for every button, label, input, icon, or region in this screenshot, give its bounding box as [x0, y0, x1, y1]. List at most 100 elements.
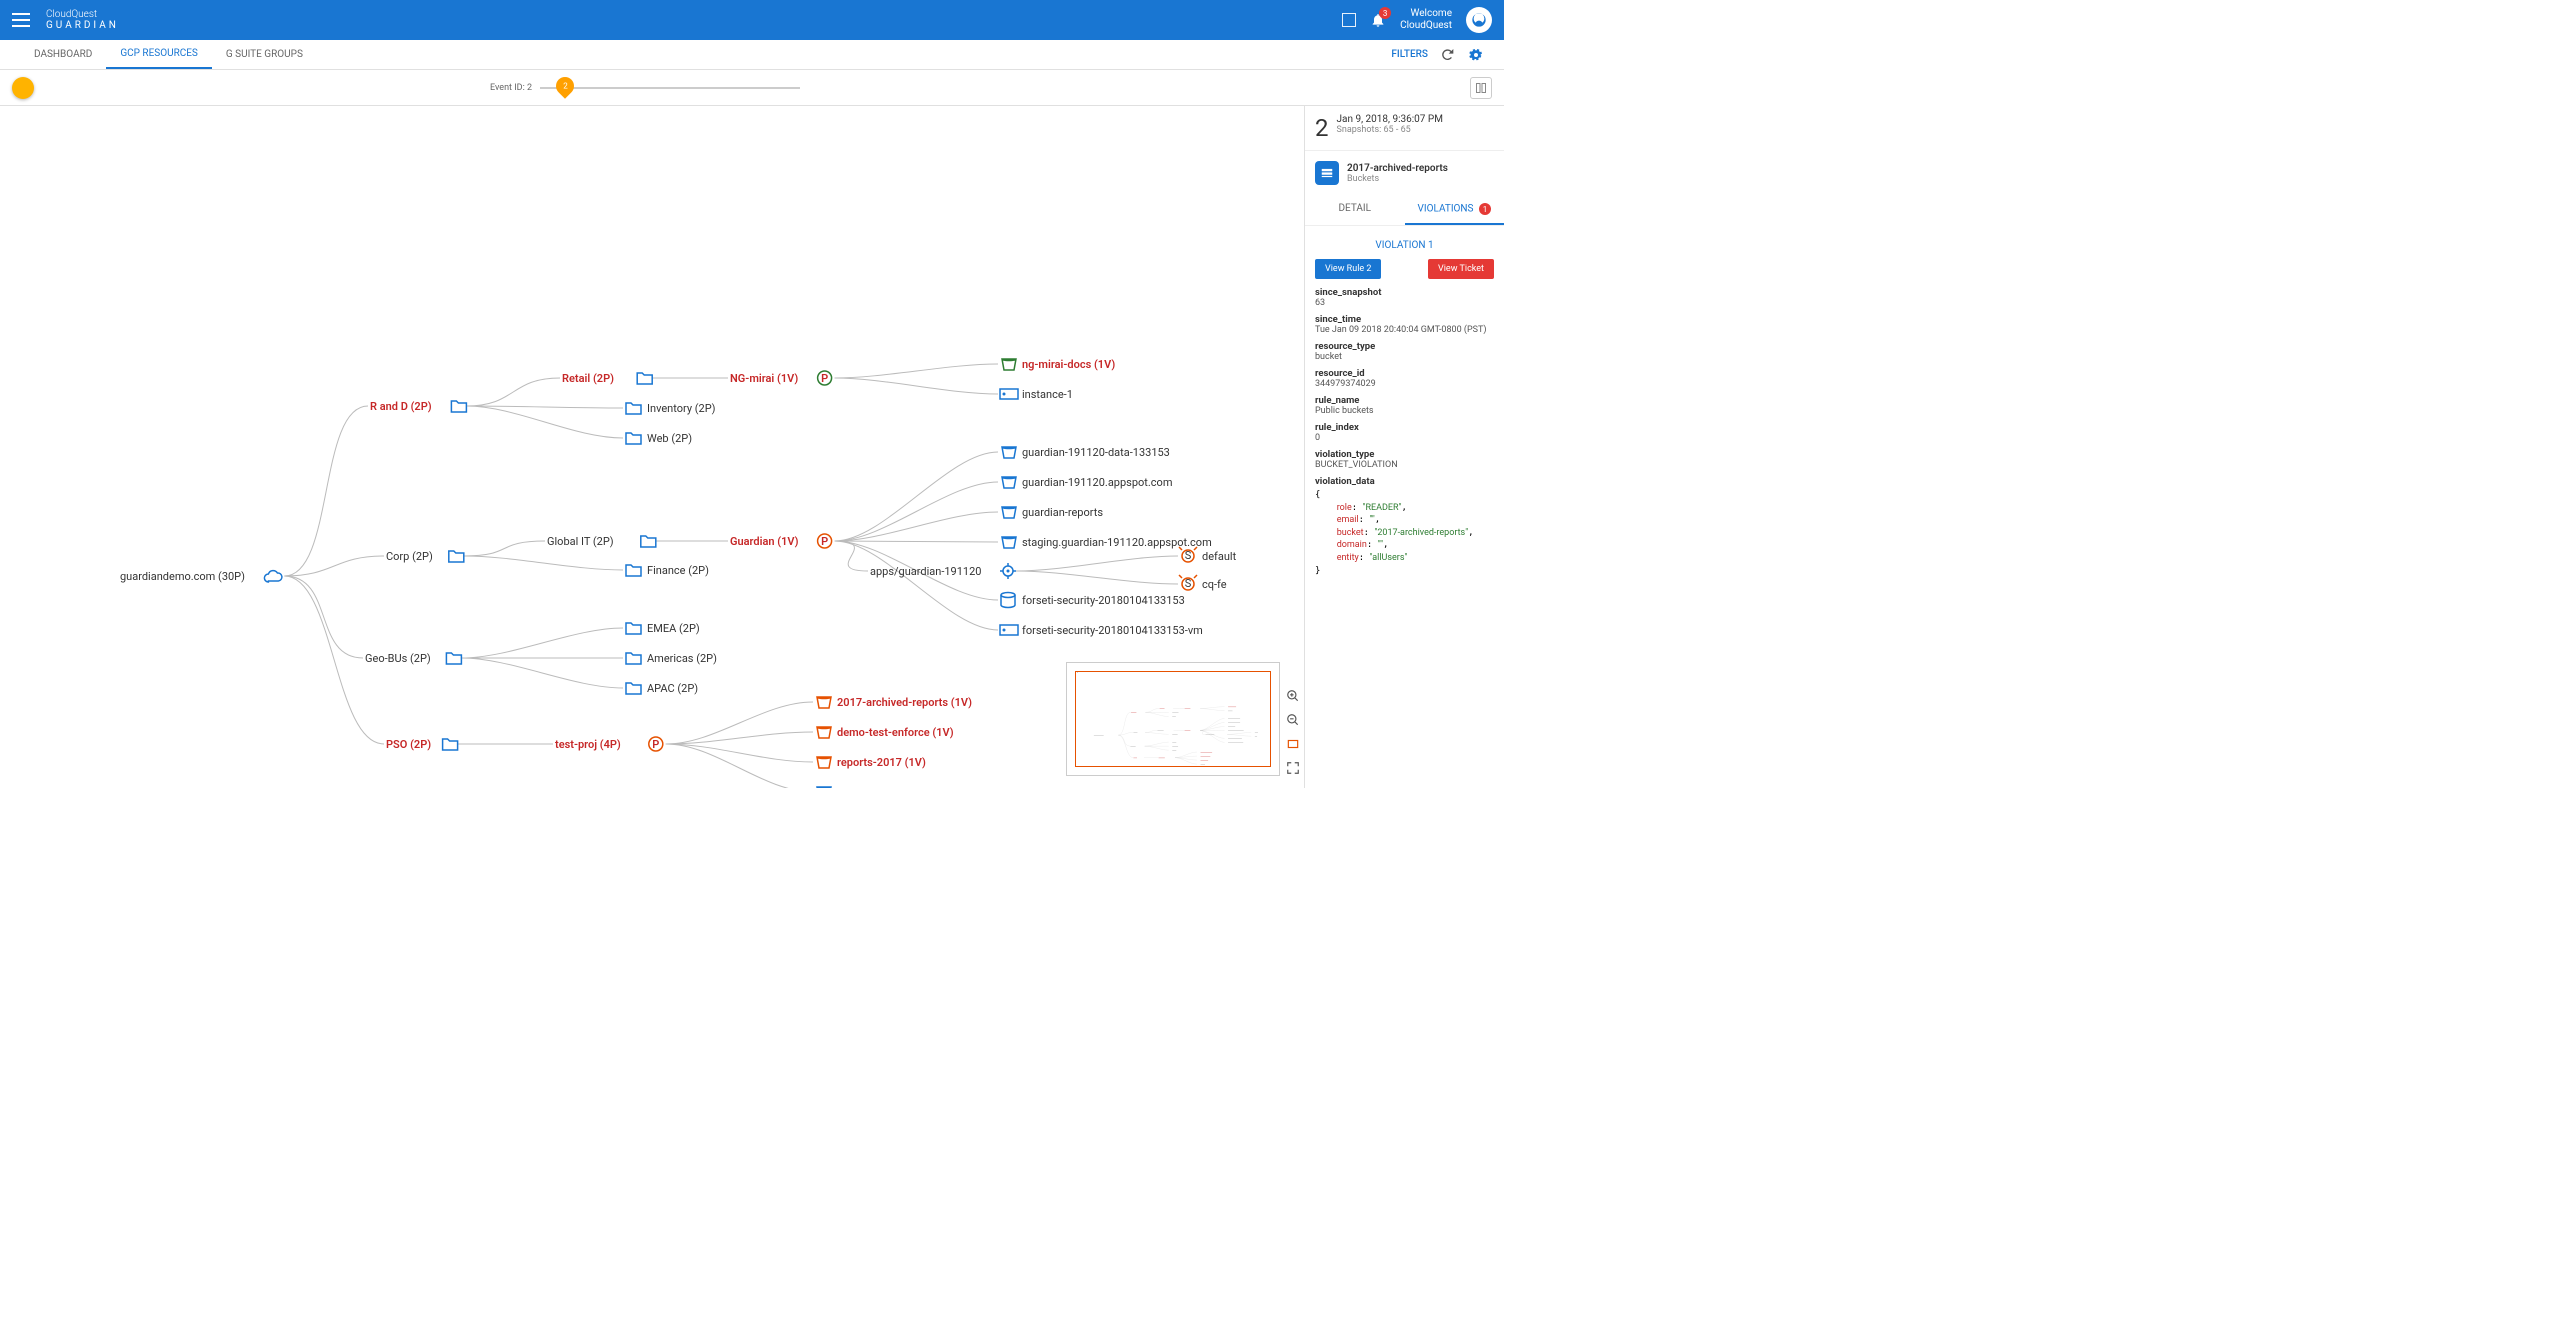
refresh-icon[interactable] [1440, 47, 1456, 63]
nav-tabs: DASHBOARD GCP RESOURCES G SUITE GROUPS F… [0, 40, 1504, 70]
view-ticket-button[interactable]: View Ticket [1428, 259, 1494, 279]
tree-root[interactable]: guardiandemo.com (30P) [120, 570, 282, 583]
expand-icon[interactable] [1285, 760, 1301, 776]
user-avatar[interactable] [1466, 7, 1492, 33]
settings-icon[interactable] [1468, 47, 1484, 63]
notifications-icon[interactable]: 3 [1370, 12, 1386, 28]
svg-text:APAC (2P): APAC (2P) [647, 682, 698, 695]
tree-node[interactable]: Corp (2P) [386, 550, 464, 563]
tree-node[interactable]: R and D (2P) [370, 400, 466, 413]
fit-icon[interactable] [1285, 736, 1301, 752]
filters-button[interactable]: FILTERS [1391, 49, 1428, 60]
tab-gsuite-groups[interactable]: G SUITE GROUPS [212, 40, 317, 69]
svg-text:Global IT (2P): Global IT (2P) [547, 535, 614, 548]
violation-title: VIOLATION 1 [1315, 240, 1494, 251]
resource-tree-canvas[interactable]: guardiandemo.com (30P) R and D (2P) Corp (… [0, 106, 1304, 788]
tree-node[interactable]: forseti-security-20180104133153-vm [1000, 624, 1203, 637]
tree-node[interactable]: cq-reports [817, 786, 888, 788]
tab-detail[interactable]: DETAIL [1305, 195, 1405, 225]
tree-node[interactable]: guardian-191120.appspot.com [1002, 476, 1172, 489]
violation-data-label: violation_data [1315, 476, 1494, 487]
tree-node[interactable]: reports-2017 (1V) [817, 756, 926, 769]
snapshot-number: 2 [1315, 114, 1329, 142]
tree-node[interactable]: Ptest-proj (4P) [555, 737, 663, 751]
violation-body: VIOLATION 1 View Rule 2 View Ticket sinc… [1305, 226, 1504, 591]
notif-badge: 3 [1379, 7, 1391, 19]
tree-node[interactable]: guardian-191120-data-133153 [1002, 446, 1170, 459]
tree-node[interactable]: apps/guardian-191120 [870, 563, 1016, 579]
tree-node[interactable]: Finance (2P) [626, 564, 709, 577]
svg-text:guardian-191120-data-133153: guardian-191120-data-133153 [1022, 446, 1170, 459]
svg-text:guardian-reports: guardian-reports [1022, 506, 1103, 519]
zoom-out-icon[interactable] [1285, 712, 1301, 728]
svg-text:default: default [1202, 550, 1237, 563]
tree-node[interactable]: Scq-fe [1179, 575, 1227, 591]
tab-violations[interactable]: VIOLATIONS 1 [1405, 195, 1505, 225]
event-slider: Event ID: 2 2 [490, 83, 800, 93]
action-fab[interactable] [12, 77, 34, 99]
violations-badge: 1 [1479, 203, 1491, 215]
tree-node[interactable]: ng-mirai-docs (1V) [1002, 358, 1115, 371]
svg-text:Americas (2P): Americas (2P) [647, 652, 717, 665]
tree-node[interactable]: Inventory (2P) [626, 402, 716, 415]
violation-data-json: { role: "READER", email: "", bucket: "20… [1315, 489, 1494, 577]
view-rule-button[interactable]: View Rule 2 [1315, 259, 1381, 279]
svg-text:Web (2P): Web (2P) [647, 432, 692, 445]
svg-text:P: P [821, 535, 828, 548]
svg-text:Retail (2P): Retail (2P) [562, 372, 614, 385]
tree-node[interactable]: staging.guardian-191120.appspot.com [1002, 536, 1212, 549]
svg-text:reports-2017 (1V): reports-2017 (1V) [837, 756, 926, 769]
tree-node[interactable]: Americas (2P) [626, 652, 717, 665]
resource-header: 2017-archived-reports Buckets [1305, 151, 1504, 195]
tree-node[interactable]: Sdefault [1179, 547, 1237, 563]
svg-text:P: P [821, 372, 828, 385]
svg-text:guardian-191120.appspot.com: guardian-191120.appspot.com [1022, 476, 1172, 489]
svg-text:Corp (2P): Corp (2P) [386, 550, 433, 563]
zoom-controls [1285, 688, 1301, 776]
tree-node[interactable]: PGuardian (1V) [730, 534, 832, 548]
svg-text:P: P [652, 738, 659, 751]
tree-node[interactable]: guardian-reports [1002, 506, 1103, 519]
tree-node[interactable]: demo-test-enforce (1V) [817, 726, 954, 739]
tree-node[interactable]: PSO (2P) [386, 738, 458, 751]
svg-text:forseti-security-2018010413315: forseti-security-20180104133153-vm [1022, 624, 1203, 637]
tree-node[interactable]: instance-1 [1000, 388, 1073, 401]
snapshot-header: 2 Jan 9, 2018, 9:36:07 PM Snapshots: 65 … [1305, 106, 1504, 151]
tree-node[interactable]: forseti-security-20180104133153 [1001, 593, 1185, 608]
svg-text:S: S [1185, 577, 1192, 590]
sub-header: Event ID: 2 2 [0, 70, 1504, 106]
tree-node[interactable]: PNG-mirai (1V) [730, 371, 832, 385]
tab-dashboard[interactable]: DASHBOARD [20, 40, 106, 69]
tree-node[interactable]: Global IT (2P) [547, 535, 656, 548]
svg-text:cq-reports: cq-reports [837, 786, 888, 788]
tree-node[interactable]: Web (2P) [626, 432, 692, 445]
svg-text:test-proj (4P): test-proj (4P) [555, 738, 621, 751]
svg-text:demo-test-enforce (1V): demo-test-enforce (1V) [837, 726, 954, 739]
detail-tabs: DETAIL VIOLATIONS 1 [1305, 195, 1504, 226]
svg-text:apps/guardian-191120: apps/guardian-191120 [870, 565, 981, 578]
svg-text:guardiandemo.com (30P): guardiandemo.com (30P) [120, 570, 245, 583]
snapshot-timestamp: Jan 9, 2018, 9:36:07 PM [1337, 114, 1443, 125]
fullscreen-icon[interactable] [1342, 13, 1356, 27]
tree-node[interactable]: 2017-archived-reports (1V) [817, 696, 972, 709]
svg-text:forseti-security-2018010413315: forseti-security-20180104133153 [1022, 594, 1185, 607]
view-toggle-icon[interactable] [1470, 77, 1492, 99]
svg-text:staging.guardian-191120.appspo: staging.guardian-191120.appspot.com [1022, 536, 1212, 549]
tab-gcp-resources[interactable]: GCP RESOURCES [106, 40, 212, 69]
zoom-in-icon[interactable] [1285, 688, 1301, 704]
slider-knob[interactable]: 2 [552, 73, 577, 98]
svg-text:PSO (2P): PSO (2P) [386, 738, 431, 751]
details-sidebar: 2 Jan 9, 2018, 9:36:07 PM Snapshots: 65 … [1304, 106, 1504, 788]
tree-node[interactable]: Retail (2P) [562, 372, 652, 385]
tree-node[interactable]: APAC (2P) [626, 682, 698, 695]
slider-track[interactable]: 2 [540, 87, 800, 89]
app-logo: CloudQuest GUARDIAN [46, 9, 119, 31]
resource-name: 2017-archived-reports [1347, 163, 1448, 174]
svg-text:2017-archived-reports (1V): 2017-archived-reports (1V) [837, 696, 972, 709]
menu-icon[interactable] [12, 13, 30, 27]
minimap[interactable] [1066, 662, 1280, 776]
tree-node[interactable]: EMEA (2P) [626, 622, 700, 635]
svg-text:instance-1: instance-1 [1022, 388, 1073, 401]
tree-node[interactable]: Geo-BUs (2P) [365, 652, 461, 665]
svg-text:ng-mirai-docs (1V): ng-mirai-docs (1V) [1022, 358, 1115, 371]
